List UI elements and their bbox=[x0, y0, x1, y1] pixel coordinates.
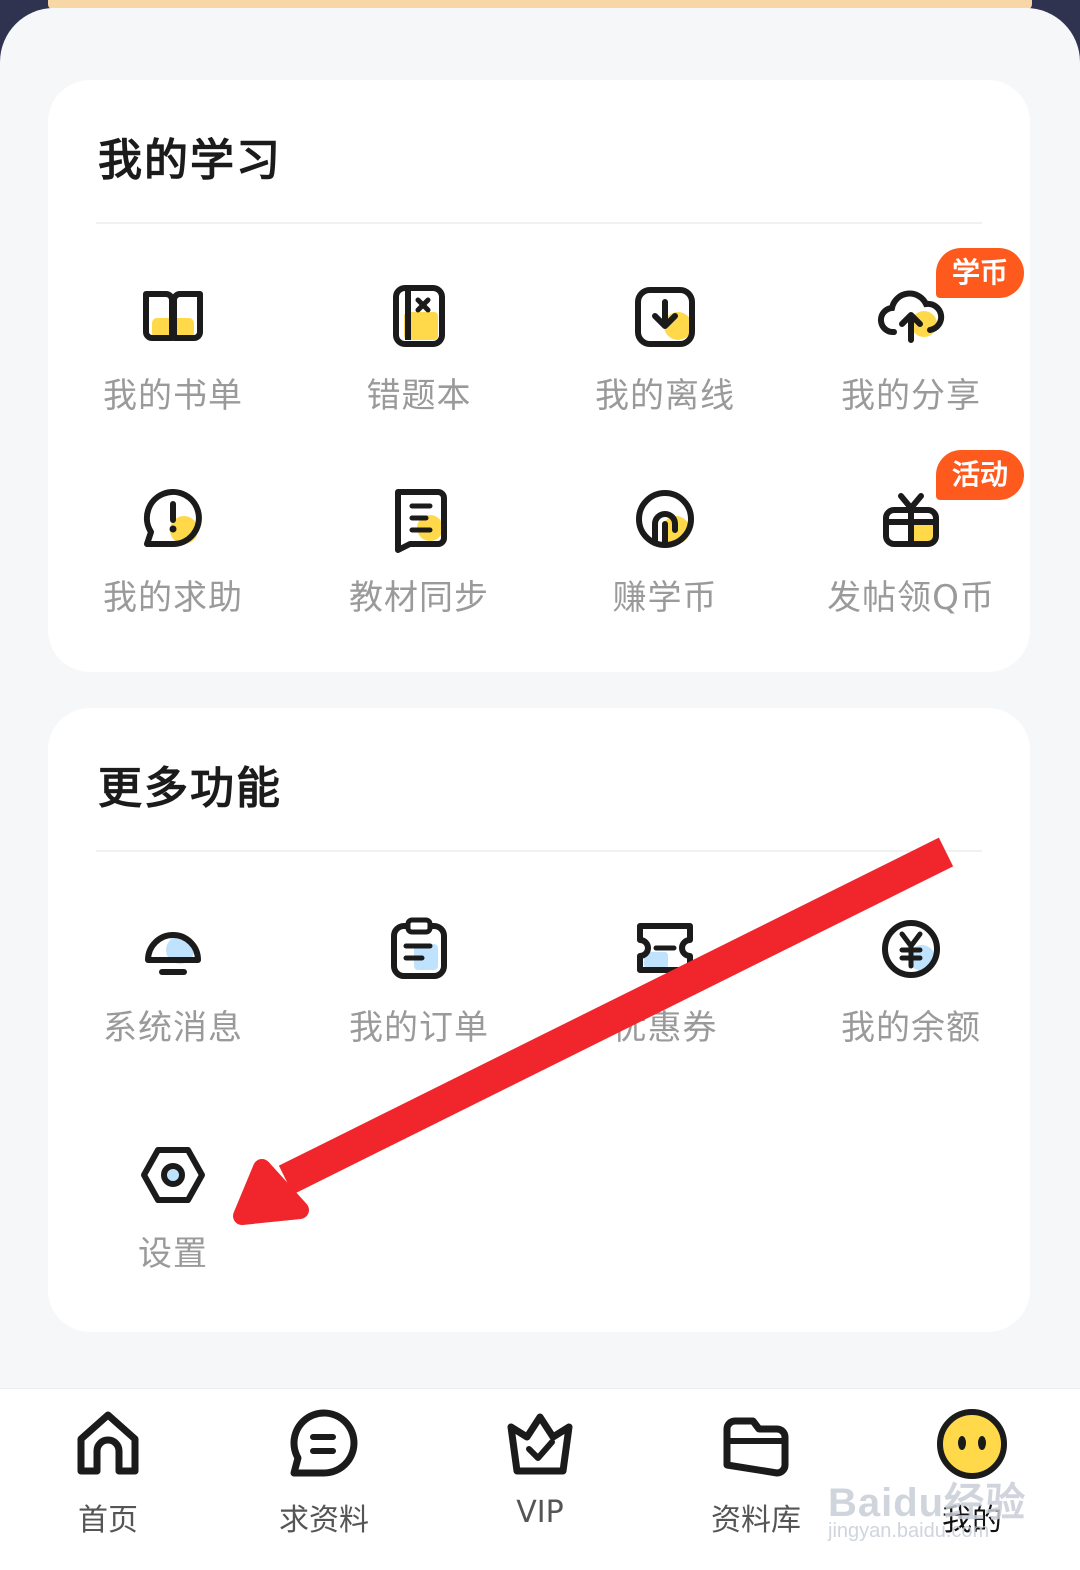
coupon-icon bbox=[637, 923, 693, 973]
nav-label: 求资料 bbox=[279, 1503, 369, 1538]
home-icon bbox=[77, 1411, 139, 1475]
nav-vip[interactable]: VIP bbox=[432, 1389, 648, 1570]
folder-library-icon bbox=[723, 1417, 789, 1477]
vip-crown-icon bbox=[507, 1413, 573, 1475]
my-study-title: 我的学习 bbox=[98, 135, 282, 186]
clipboard-order-icon bbox=[391, 917, 447, 979]
study-item-book-list[interactable]: 我的书单 bbox=[58, 282, 288, 452]
study-item-earn-coin[interactable]: 赚学币 bbox=[550, 484, 780, 654]
more-item-label: 我的余额 bbox=[841, 1008, 981, 1048]
study-item-share[interactable]: 我的分享 bbox=[796, 282, 1026, 452]
book-open-icon bbox=[143, 291, 203, 341]
study-item-label: 教材同步 bbox=[349, 578, 489, 618]
study-item-label: 我的分享 bbox=[841, 376, 981, 416]
study-item-label: 我的书单 bbox=[103, 376, 243, 416]
study-item-label: 发帖领Q币 bbox=[827, 578, 995, 618]
divider bbox=[96, 222, 982, 224]
nav-request[interactable]: 求资料 bbox=[216, 1389, 432, 1570]
more-item-label: 设置 bbox=[138, 1234, 208, 1274]
study-item-textbook[interactable]: 教材同步 bbox=[304, 484, 534, 654]
more-item-settings[interactable]: 设置 bbox=[58, 1140, 288, 1310]
more-functions-card: 更多功能 系统消息 我的订单 优惠券 我的余额 设置 bbox=[48, 708, 1030, 1332]
more-item-my-orders[interactable]: 我的订单 bbox=[304, 914, 534, 1084]
more-item-label: 优惠券 bbox=[612, 1008, 718, 1048]
yen-balance-icon bbox=[882, 920, 940, 978]
more-item-coupons[interactable]: 优惠券 bbox=[550, 914, 780, 1084]
profile-sheet: 我的学习 我的书单 错题本 我的离线 我的分享 学币 我的求助 教材同步 赚学币… bbox=[0, 8, 1080, 1569]
watermark-url: jingyan.baidu.com bbox=[828, 1520, 990, 1542]
error-notebook-icon bbox=[393, 285, 445, 347]
more-item-label: 系统消息 bbox=[103, 1008, 243, 1048]
nav-home[interactable]: 首页 bbox=[0, 1389, 216, 1570]
settings-gear-icon bbox=[141, 1147, 205, 1203]
nav-label: 首页 bbox=[78, 1503, 138, 1538]
study-item-offline[interactable]: 我的离线 bbox=[550, 282, 780, 452]
divider bbox=[96, 850, 982, 852]
textbook-sync-icon bbox=[395, 489, 447, 553]
chat-request-icon bbox=[290, 1409, 358, 1477]
more-functions-title: 更多功能 bbox=[98, 763, 282, 814]
my-study-card: 我的学习 我的书单 错题本 我的离线 我的分享 学币 我的求助 教材同步 赚学币… bbox=[48, 80, 1030, 672]
study-item-error-book[interactable]: 错题本 bbox=[304, 282, 534, 452]
earn-coin-icon bbox=[636, 490, 694, 548]
nav-label: VIP bbox=[516, 1495, 564, 1530]
more-item-balance[interactable]: 我的余额 bbox=[796, 914, 1026, 1084]
study-item-post-reward[interactable]: 发帖领Q币 bbox=[796, 484, 1026, 654]
bell-icon bbox=[145, 932, 201, 975]
help-bubble-icon bbox=[143, 489, 202, 547]
more-item-label: 我的订单 bbox=[349, 1008, 489, 1048]
study-item-label: 我的求助 bbox=[103, 578, 243, 618]
more-item-system-messages[interactable]: 系统消息 bbox=[58, 914, 288, 1084]
activity-badge: 活动 bbox=[936, 450, 1025, 500]
coin-badge: 学币 bbox=[936, 248, 1025, 298]
study-item-label: 错题本 bbox=[366, 376, 472, 416]
study-item-label: 赚学币 bbox=[612, 578, 718, 618]
offline-download-icon bbox=[635, 287, 695, 347]
baidu-watermark: Baidu经验 jingyan.baidu.com bbox=[828, 1450, 1028, 1550]
study-item-label: 我的离线 bbox=[595, 376, 735, 416]
study-item-help[interactable]: 我的求助 bbox=[58, 484, 288, 654]
